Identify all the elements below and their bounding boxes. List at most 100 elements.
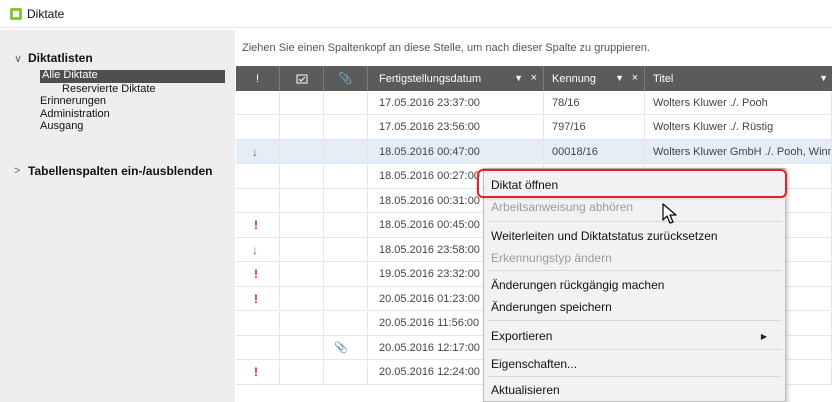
paperclip-icon: 📎 xyxy=(338,73,353,85)
cell-note[interactable] xyxy=(280,140,324,164)
cell-priority[interactable] xyxy=(236,189,280,213)
cell-date[interactable]: 17.05.2016 23:37:00 xyxy=(368,91,544,115)
group-by-hint[interactable]: Ziehen Sie einen Spaltenkopf an diese St… xyxy=(236,30,832,66)
cell-priority[interactable]: ↓ xyxy=(236,140,280,164)
column-priority[interactable]: ! xyxy=(236,66,280,91)
cell-priority[interactable]: ! xyxy=(236,287,280,311)
cell-attachment[interactable] xyxy=(324,311,368,336)
menu-separator xyxy=(488,349,782,350)
cell-priority[interactable] xyxy=(236,164,280,189)
column-titel[interactable]: Titel ▼ xyxy=(645,66,832,91)
submenu-arrow-icon: ▶ xyxy=(760,332,767,341)
title-header-label: Titel xyxy=(653,72,674,85)
cell-title[interactable]: Wolters Kluwer ./. Rüstig xyxy=(645,115,832,140)
id-header-label: Kennung xyxy=(552,72,597,85)
menu-item-exportieren-label: Exportieren xyxy=(491,329,553,343)
menu-item-speichern[interactable]: Änderungen speichern xyxy=(491,300,612,314)
cell-note[interactable] xyxy=(280,164,324,189)
priority-low-icon: ↓ xyxy=(252,242,258,257)
column-kennung[interactable]: Kennung ▼ × xyxy=(544,66,645,91)
cell-priority[interactable]: ! xyxy=(236,262,280,287)
menu-item-aktualisieren[interactable]: Aktualisieren xyxy=(491,383,560,397)
cell-note[interactable] xyxy=(280,238,324,262)
tree-section-diktatlisten[interactable]: ∨ Diktatlisten xyxy=(14,51,93,65)
section2-title: Tabellenspalten ein-/ausblenden xyxy=(28,164,213,178)
cell-attachment[interactable]: 📎 xyxy=(324,336,368,360)
cell-id[interactable]: 797/16 xyxy=(544,115,645,140)
close-icon[interactable]: × xyxy=(531,72,537,84)
cell-priority[interactable] xyxy=(236,311,280,336)
cell-attachment[interactable] xyxy=(324,115,368,140)
mouse-cursor-icon xyxy=(662,203,677,224)
column-note[interactable] xyxy=(280,66,324,91)
cell-priority[interactable]: ! xyxy=(236,213,280,238)
menu-separator xyxy=(488,320,782,321)
window-title: Diktate xyxy=(27,6,65,21)
cell-attachment[interactable] xyxy=(324,140,368,164)
menu-item-exportieren[interactable]: Exportieren ▶ xyxy=(491,329,781,343)
cell-attachment[interactable] xyxy=(324,164,368,189)
chevron-down-icon[interactable]: ∨ xyxy=(14,52,28,65)
cell-priority[interactable] xyxy=(236,115,280,140)
menu-item-erkennungstyp[interactable]: Erkennungstyp ändern xyxy=(491,251,612,265)
note-icon xyxy=(296,74,307,83)
priority-low-icon: ↓ xyxy=(252,144,258,159)
sidebar-item-erinnerungen[interactable]: Erinnerungen xyxy=(40,96,106,107)
menu-item-rueckgaengig[interactable]: Änderungen rückgängig machen xyxy=(491,278,664,292)
cell-attachment[interactable] xyxy=(324,287,368,311)
close-icon[interactable]: × xyxy=(632,72,638,84)
chevron-right-icon[interactable]: > xyxy=(14,165,28,177)
cell-title[interactable]: Wolters Kluwer GmbH ./. Pooh, Winnie xyxy=(645,140,832,164)
cell-priority[interactable]: ! xyxy=(236,360,280,385)
highlight-annotation xyxy=(477,169,787,198)
cell-priority[interactable] xyxy=(236,91,280,115)
menu-separator xyxy=(488,376,782,377)
menu-separator xyxy=(488,221,782,222)
menu-item-eigenschaften[interactable]: Eigenschaften... xyxy=(491,357,577,371)
cell-attachment[interactable] xyxy=(324,238,368,262)
cell-note[interactable] xyxy=(280,115,324,140)
context-menu: Diktat öffnen Arbeitsanweisung abhören W… xyxy=(483,168,786,402)
cell-attachment[interactable] xyxy=(324,189,368,213)
priority-high-icon: ! xyxy=(254,267,258,281)
sidebar: ∨ Diktatlisten Alle Diktate Reservierte … xyxy=(0,30,235,402)
priority-header-label: ! xyxy=(255,72,260,85)
cell-note[interactable] xyxy=(280,91,324,115)
cell-attachment[interactable] xyxy=(324,91,368,115)
menu-item-arbeitsanweisung[interactable]: Arbeitsanweisung abhören xyxy=(491,200,633,214)
filter-icon[interactable]: ▼ xyxy=(819,73,828,83)
cell-date[interactable]: 17.05.2016 23:56:00 xyxy=(368,115,544,140)
sidebar-item-administration[interactable]: Administration xyxy=(40,109,110,120)
cell-note[interactable] xyxy=(280,287,324,311)
cell-title[interactable]: Wolters Kluwer ./. Pooh xyxy=(645,91,832,115)
tree-section-spalten[interactable]: > Tabellenspalten ein-/ausblenden xyxy=(14,164,212,178)
cell-attachment[interactable] xyxy=(324,213,368,238)
cell-priority[interactable] xyxy=(236,336,280,360)
cell-id[interactable]: 78/16 xyxy=(544,91,645,115)
cell-note[interactable] xyxy=(280,213,324,238)
column-fertigstellungsdatum[interactable]: Fertigstellungsdatum ▼ × xyxy=(368,66,544,91)
date-header-label: Fertigstellungsdatum xyxy=(379,72,482,85)
sidebar-item-alle-diktate[interactable]: Alle Diktate xyxy=(40,70,225,83)
paperclip-icon: 📎 xyxy=(334,342,348,354)
cell-note[interactable] xyxy=(280,311,324,336)
cell-note[interactable] xyxy=(280,336,324,360)
sidebar-item-reservierte-diktate[interactable]: Reservierte Diktate xyxy=(62,84,156,95)
filter-icon[interactable]: ▼ xyxy=(514,73,523,83)
cell-attachment[interactable] xyxy=(324,262,368,287)
window-titlebar: Diktate xyxy=(0,0,832,28)
cell-priority[interactable]: ↓ xyxy=(236,238,280,262)
sidebar-item-ausgang[interactable]: Ausgang xyxy=(40,121,83,132)
app-icon xyxy=(10,7,22,20)
priority-high-icon: ! xyxy=(254,291,258,306)
cell-note[interactable] xyxy=(280,189,324,213)
cell-attachment[interactable] xyxy=(324,360,368,385)
cell-note[interactable] xyxy=(280,360,324,385)
filter-icon[interactable]: ▼ xyxy=(615,73,624,83)
menu-separator xyxy=(488,270,782,271)
cell-id[interactable]: 00018/16 xyxy=(544,140,645,164)
cell-date[interactable]: 18.05.2016 00:47:00 xyxy=(368,140,544,164)
column-attachment[interactable]: 📎 xyxy=(324,66,368,91)
cell-note[interactable] xyxy=(280,262,324,287)
menu-item-weiterleiten[interactable]: Weiterleiten und Diktatstatus zurücksetz… xyxy=(491,229,718,243)
